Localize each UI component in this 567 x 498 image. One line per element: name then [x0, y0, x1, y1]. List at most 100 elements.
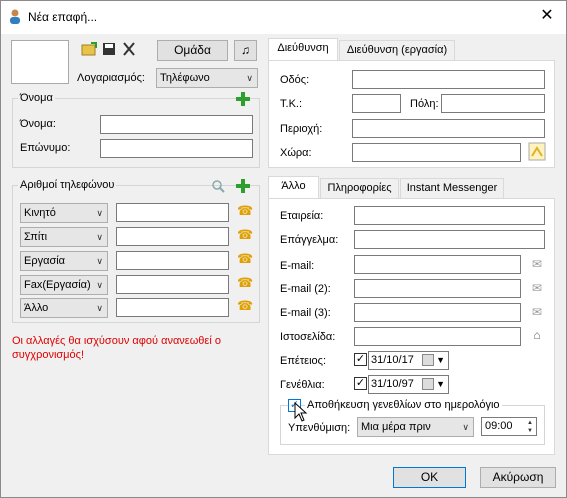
first-name-input[interactable]	[100, 115, 253, 134]
address-panel: Οδός: Τ.Κ.: Πόλη: Περιοχή: Χώρα:	[268, 60, 555, 168]
anniversary-date[interactable]: 31/10/17 ▼	[368, 351, 449, 370]
phone-handset-icon[interactable]: ☎	[237, 228, 253, 242]
email3-label: E-mail (3):	[280, 307, 331, 319]
reminder-value: Μια μέρα πριν	[361, 421, 431, 433]
birthday-checkbox[interactable]: ✓	[354, 377, 367, 390]
envelope-icon[interactable]: ✉	[530, 281, 544, 295]
company-input[interactable]	[354, 206, 545, 225]
phone-handset-icon[interactable]: ☎	[237, 204, 253, 218]
save-birthday-label: Αποθήκευση γενεθλίων στο ημερολόγιο	[305, 399, 502, 411]
add-name-icon[interactable]	[236, 92, 250, 106]
website-label: Ιστοσελίδα:	[280, 331, 336, 343]
phone-type-value: Εργασία	[24, 255, 66, 267]
account-select[interactable]: Τηλέφωνο ∨	[156, 68, 258, 88]
company-label: Εταιρεία:	[280, 210, 324, 222]
region-input[interactable]	[352, 119, 545, 138]
chevron-down-icon: ∨	[462, 422, 469, 432]
city-label: Πόλη:	[410, 98, 439, 110]
website-input[interactable]	[354, 327, 521, 346]
map-icon[interactable]	[528, 142, 546, 161]
tab-other[interactable]: Άλλο	[268, 176, 319, 198]
phone-input[interactable]	[116, 298, 229, 317]
save-icon[interactable]	[102, 42, 116, 56]
contact-photo[interactable]	[11, 40, 69, 84]
birthday-label: Γενέθλια:	[280, 379, 325, 391]
job-input[interactable]	[354, 230, 545, 249]
tab-info[interactable]: Πληροφορίες	[320, 178, 399, 198]
close-icon[interactable]: ✕	[538, 7, 556, 25]
tab-address[interactable]: Διεύθυνση	[268, 38, 338, 60]
cancel-button[interactable]: Ακύρωση	[480, 467, 556, 488]
anniversary-label: Επέτειος:	[280, 355, 326, 367]
spinner-icon[interactable]: ▲ ▼	[525, 419, 535, 436]
group-button[interactable]: Ομάδα	[157, 40, 228, 61]
phone-type-select[interactable]: Εργασία ∨	[20, 251, 108, 271]
new-contact-dialog: Νέα επαφή... ✕ Ομάδα ♫ Λογαριασμός: Τηλέ…	[0, 0, 567, 498]
home-icon[interactable]: ⌂	[530, 328, 544, 342]
chevron-down-icon: ∨	[96, 256, 103, 266]
ok-button[interactable]: OK	[393, 467, 466, 488]
reminder-select[interactable]: Μια μέρα πριν ∨	[357, 417, 474, 437]
search-icon[interactable]	[211, 179, 225, 193]
scissors-icon[interactable]	[122, 42, 136, 56]
chevron-down-icon: ∨	[96, 232, 103, 242]
mouse-cursor-icon	[294, 402, 308, 422]
other-panel: Εταιρεία: Επάγγελμα: E-mail: ✉ E-mail (2…	[268, 198, 555, 455]
phones-group-title: Αριθμοί τηλεφώνου	[18, 179, 117, 191]
city-input[interactable]	[441, 94, 545, 113]
reminder-label: Υπενθύμιση:	[288, 422, 351, 434]
title-bar: Νέα επαφή... ✕	[1, 1, 566, 34]
music-button[interactable]: ♫	[234, 40, 257, 61]
street-input[interactable]	[352, 70, 545, 89]
sync-warning: Οι αλλαγές θα ισχύσουν αφού ανανεωθεί ο …	[12, 335, 221, 361]
phone-type-select[interactable]: Κινητό ∨	[20, 203, 108, 223]
envelope-icon[interactable]: ✉	[530, 305, 544, 319]
zip-input[interactable]	[352, 94, 401, 113]
chevron-down-icon: ∨	[96, 280, 103, 290]
email2-input[interactable]	[354, 279, 521, 298]
tab-work-address[interactable]: Διεύθυνση (εργασία)	[339, 40, 455, 60]
address-tabs: Διεύθυνση Διεύθυνση (εργασία)	[268, 38, 555, 60]
other-tabs: Άλλο Πληροφορίες Instant Messenger	[268, 176, 555, 198]
job-label: Επάγγελμα:	[280, 234, 339, 246]
birthday-value: 31/10/97	[371, 378, 414, 390]
envelope-icon[interactable]: ✉	[530, 257, 544, 271]
calendar-icon	[422, 354, 434, 366]
region-label: Περιοχή:	[280, 123, 323, 135]
anniversary-checkbox[interactable]: ✓	[354, 353, 367, 366]
anniversary-value: 31/10/17	[371, 354, 414, 366]
phone-type-value: Άλλο	[24, 302, 49, 314]
chevron-down-icon: ▼	[436, 355, 445, 365]
birthday-date[interactable]: 31/10/97 ▼	[368, 375, 449, 394]
last-name-input[interactable]	[100, 139, 253, 158]
open-folder-icon[interactable]	[81, 42, 97, 56]
phone-type-select[interactable]: Άλλο ∨	[20, 298, 108, 318]
country-input[interactable]	[352, 143, 521, 162]
email3-input[interactable]	[354, 303, 521, 322]
country-label: Χώρα:	[280, 147, 312, 159]
phone-input[interactable]	[116, 275, 229, 294]
phone-input[interactable]	[116, 227, 229, 246]
last-name-label: Επώνυμο:	[20, 142, 71, 154]
phone-handset-icon[interactable]: ☎	[237, 252, 253, 266]
time-value: 09:00	[485, 420, 513, 432]
zip-label: Τ.Κ.:	[280, 98, 303, 110]
email-input[interactable]	[354, 255, 521, 274]
add-phone-icon[interactable]	[236, 179, 250, 193]
phone-type-select[interactable]: Fax(Εργασία) ∨	[20, 275, 108, 295]
contact-icon	[10, 9, 20, 24]
phone-type-select[interactable]: Σπίτι ∨	[20, 227, 108, 247]
calendar-icon	[422, 378, 434, 390]
phone-input[interactable]	[116, 251, 229, 270]
email2-label: E-mail (2):	[280, 283, 331, 295]
phone-type-value: Σπίτι	[24, 231, 48, 243]
phone-handset-icon[interactable]: ☎	[237, 276, 253, 290]
phone-handset-icon[interactable]: ☎	[237, 299, 253, 313]
phone-input[interactable]	[116, 203, 229, 222]
window-title: Νέα επαφή...	[28, 10, 98, 24]
chevron-down-icon: ∨	[96, 208, 103, 218]
time-input[interactable]: 09:00 ▲ ▼	[481, 417, 537, 436]
chevron-down-icon: ▼	[436, 379, 445, 389]
account-label: Λογαριασμός:	[77, 72, 145, 84]
tab-instant-messenger[interactable]: Instant Messenger	[400, 178, 504, 198]
